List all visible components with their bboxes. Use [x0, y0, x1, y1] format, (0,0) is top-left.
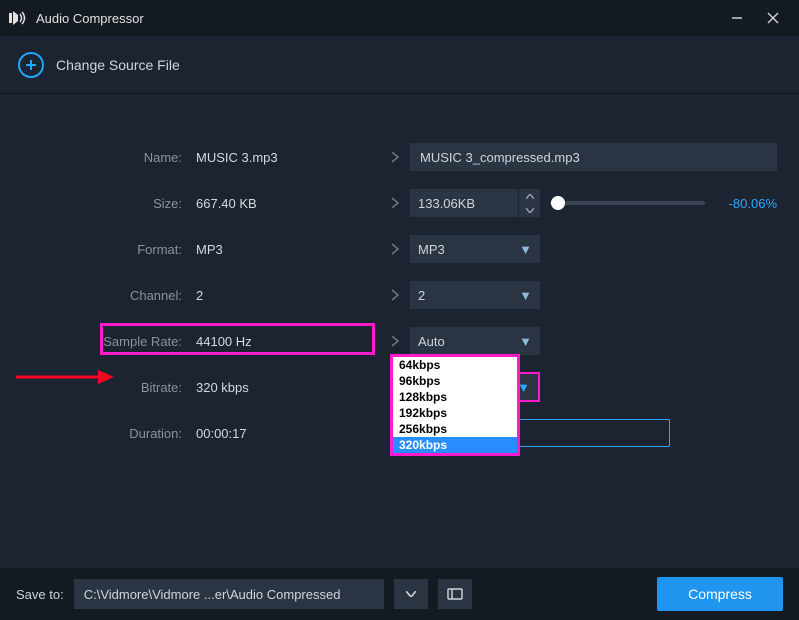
format-dropdown[interactable]: MP3 ▼ [410, 235, 540, 263]
channel-original: 2 [190, 272, 380, 318]
output-size-value: 133.06KB [410, 196, 518, 211]
save-to-label: Save to: [16, 587, 64, 602]
source-bar: Change Source File [0, 36, 799, 94]
save-path-input[interactable] [74, 579, 384, 609]
size-slider-thumb[interactable] [551, 196, 565, 210]
name-original: MUSIC 3.mp3 [190, 134, 380, 180]
app-title: Audio Compressor [36, 11, 144, 26]
open-folder-button[interactable] [438, 579, 472, 609]
size-percent: -80.06% [717, 196, 777, 211]
close-button[interactable] [755, 0, 791, 36]
size-slider[interactable] [550, 201, 705, 205]
bitrate-label: Bitrate: [20, 380, 190, 395]
bitrate-option[interactable]: 96kbps [393, 373, 517, 389]
bitrate-option[interactable]: 64kbps [393, 357, 517, 373]
channel-selected: 2 [418, 288, 519, 303]
format-original: MP3 [190, 226, 380, 272]
app-icon [8, 8, 28, 28]
compress-button[interactable]: Compress [657, 577, 783, 611]
size-label: Size: [20, 196, 190, 211]
row-channel: Channel: 2 2 ▼ [20, 272, 779, 318]
add-source-icon[interactable] [18, 52, 44, 78]
size-step-up-icon[interactable] [519, 189, 540, 203]
row-format: Format: MP3 MP3 ▼ [20, 226, 779, 272]
duration-value: 00:00:17 [190, 410, 380, 456]
row-size: Size: 667.40 KB 133.06KB -80.06% [20, 180, 779, 226]
chevron-right-icon [380, 288, 410, 302]
bitrate-original: 320 kbps [190, 364, 380, 410]
compress-button-label: Compress [688, 586, 752, 602]
bitrate-dropdown-list: 64kbps 96kbps 128kbps 192kbps 256kbps 32… [390, 354, 520, 456]
bitrate-option[interactable]: 192kbps [393, 405, 517, 421]
main-form: Name: MUSIC 3.mp3 Size: 667.40 KB 133.06… [0, 94, 799, 456]
bottom-bar: Save to: Compress [0, 568, 799, 620]
size-step-down-icon[interactable] [519, 203, 540, 217]
sample-rate-label: Sample Rate: [20, 334, 190, 349]
size-original: 667.40 KB [190, 180, 380, 226]
row-name: Name: MUSIC 3.mp3 [20, 134, 779, 180]
caret-down-icon: ▼ [519, 242, 532, 257]
format-label: Format: [20, 242, 190, 257]
bitrate-option-selected[interactable]: 320kbps [393, 437, 517, 453]
save-path-dropdown-button[interactable] [394, 579, 428, 609]
caret-down-icon: ▼ [519, 334, 532, 349]
minimize-button[interactable] [719, 0, 755, 36]
sample-rate-dropdown[interactable]: Auto ▼ [410, 327, 540, 355]
output-size-spinbox[interactable]: 133.06KB [410, 189, 540, 217]
chevron-right-icon [380, 150, 410, 164]
chevron-right-icon [380, 334, 410, 348]
change-source-label[interactable]: Change Source File [56, 57, 180, 73]
channel-dropdown[interactable]: 2 ▼ [410, 281, 540, 309]
bitrate-option[interactable]: 256kbps [393, 421, 517, 437]
sample-rate-selected: Auto [418, 334, 519, 349]
name-label: Name: [20, 150, 190, 165]
format-selected: MP3 [418, 242, 519, 257]
caret-down-icon: ▼ [519, 288, 532, 303]
channel-label: Channel: [20, 288, 190, 303]
title-bar: Audio Compressor [0, 0, 799, 36]
chevron-right-icon [380, 196, 410, 210]
output-name-input[interactable] [410, 143, 777, 171]
sample-rate-original: 44100 Hz [190, 318, 380, 364]
chevron-right-icon [380, 242, 410, 256]
duration-label: Duration: [20, 426, 190, 441]
bitrate-option[interactable]: 128kbps [393, 389, 517, 405]
